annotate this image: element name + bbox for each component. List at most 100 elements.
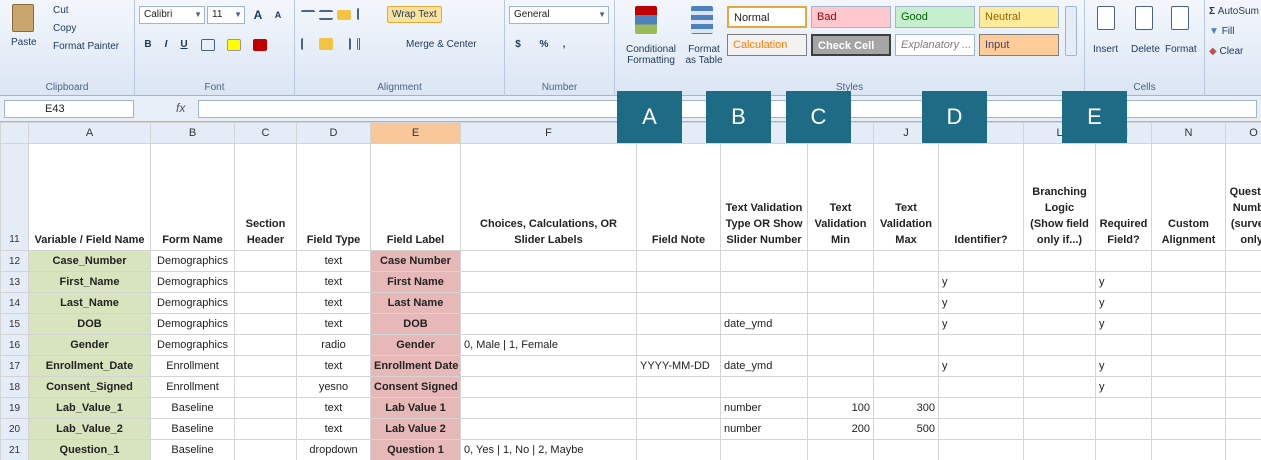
cell[interactable] <box>720 376 808 398</box>
borders-icon[interactable] <box>201 39 215 51</box>
cell[interactable]: Enrollment_Date <box>28 355 151 377</box>
underline-button[interactable]: U <box>175 36 193 54</box>
cell[interactable]: y <box>938 292 1024 314</box>
cell[interactable] <box>1225 271 1261 293</box>
cell[interactable]: Last Name <box>370 292 461 314</box>
cell[interactable]: Enrollment <box>150 355 235 377</box>
cell[interactable]: text <box>296 250 371 272</box>
row-header[interactable]: 18 <box>0 376 29 398</box>
cell[interactable]: Demographics <box>150 250 235 272</box>
cell[interactable] <box>807 355 874 377</box>
cell[interactable] <box>938 334 1024 356</box>
column-header-b[interactable]: B <box>150 122 235 144</box>
cell[interactable]: text <box>296 292 371 314</box>
conditional-formatting-button[interactable]: Conditional Formatting <box>619 44 683 66</box>
cell[interactable]: Lab_Value_1 <box>28 397 151 419</box>
cell[interactable] <box>807 292 874 314</box>
row-header[interactable]: 16 <box>0 334 29 356</box>
cell[interactable] <box>938 397 1024 419</box>
cell[interactable] <box>1095 439 1152 460</box>
cell[interactable] <box>234 397 297 419</box>
cell[interactable] <box>720 250 808 272</box>
cell[interactable] <box>636 397 721 419</box>
shrink-font-button[interactable]: A <box>269 6 287 24</box>
cell[interactable] <box>1151 313 1226 335</box>
cell[interactable] <box>873 313 939 335</box>
cell[interactable] <box>234 271 297 293</box>
cell[interactable] <box>873 292 939 314</box>
cell[interactable]: y <box>1095 271 1152 293</box>
cell[interactable] <box>234 250 297 272</box>
style-bad[interactable]: Bad <box>811 6 891 28</box>
column-header-n[interactable]: N <box>1151 122 1226 144</box>
column-title-cell[interactable]: Field Type <box>296 143 371 251</box>
cell[interactable] <box>807 271 874 293</box>
column-title-cell[interactable]: Question Number (surveys only) <box>1225 143 1261 251</box>
cell[interactable] <box>807 376 874 398</box>
column-title-cell[interactable]: Variable / Field Name <box>28 143 151 251</box>
cell[interactable] <box>873 376 939 398</box>
delete-button[interactable]: Delete <box>1131 44 1160 55</box>
cell[interactable]: Demographics <box>150 271 235 293</box>
cell[interactable] <box>807 313 874 335</box>
cell[interactable]: 300 <box>873 397 939 419</box>
row-header[interactable]: 17 <box>0 355 29 377</box>
cell[interactable]: 200 <box>807 418 874 440</box>
cell[interactable]: 0, Male | 1, Female <box>460 334 637 356</box>
cell[interactable] <box>1095 250 1152 272</box>
align-middle-icon[interactable] <box>319 10 333 20</box>
column-title-cell[interactable]: Field Note <box>636 143 721 251</box>
cell[interactable]: y <box>938 271 1024 293</box>
row-header[interactable]: 12 <box>0 250 29 272</box>
cell[interactable] <box>636 271 721 293</box>
cell[interactable]: Last_Name <box>28 292 151 314</box>
cell[interactable] <box>234 376 297 398</box>
style-input[interactable]: Input <box>979 34 1059 56</box>
cell[interactable] <box>1023 313 1096 335</box>
cell[interactable] <box>1225 376 1261 398</box>
column-header-f[interactable]: F <box>460 122 637 144</box>
cell[interactable] <box>720 271 808 293</box>
paste-button[interactable]: Paste <box>10 36 38 49</box>
cell[interactable] <box>636 418 721 440</box>
column-header-a[interactable]: A <box>28 122 151 144</box>
number-format-combo[interactable]: General ▼ <box>509 6 609 24</box>
comma-button[interactable]: , <box>555 36 573 54</box>
cell[interactable]: text <box>296 397 371 419</box>
cell[interactable] <box>636 292 721 314</box>
cell[interactable] <box>234 313 297 335</box>
cell[interactable] <box>1225 439 1261 460</box>
cell[interactable] <box>1151 250 1226 272</box>
cell[interactable]: Case_Number <box>28 250 151 272</box>
cell[interactable]: text <box>296 418 371 440</box>
cell[interactable] <box>460 397 637 419</box>
insert-button[interactable]: Insert <box>1093 44 1118 55</box>
cell[interactable]: radio <box>296 334 371 356</box>
wrap-text-button[interactable]: Wrap Text <box>387 6 442 23</box>
paste-icon[interactable] <box>12 4 34 32</box>
cell[interactable]: Demographics <box>150 313 235 335</box>
cell[interactable] <box>1151 334 1226 356</box>
cell[interactable] <box>873 334 939 356</box>
style-check-cell[interactable]: Check Cell <box>811 34 891 56</box>
font-color-icon[interactable] <box>253 39 267 51</box>
name-box[interactable]: E43 <box>4 100 134 118</box>
cell[interactable] <box>1225 397 1261 419</box>
grow-font-button[interactable]: A <box>249 6 267 24</box>
row-header[interactable]: 13 <box>0 271 29 293</box>
style-explanatory[interactable]: Explanatory ... <box>895 34 975 56</box>
column-header-o[interactable]: O <box>1225 122 1261 144</box>
cell[interactable]: YYYY-MM-DD <box>636 355 721 377</box>
cell[interactable] <box>234 439 297 460</box>
align-right-icon[interactable] <box>337 38 351 50</box>
align-bottom-icon[interactable] <box>337 10 351 20</box>
cell[interactable] <box>720 439 808 460</box>
cell[interactable] <box>1023 397 1096 419</box>
format-painter-button[interactable]: Format Painter <box>52 40 120 53</box>
cell[interactable] <box>938 439 1024 460</box>
cell[interactable] <box>1225 292 1261 314</box>
cell[interactable] <box>460 418 637 440</box>
cell[interactable] <box>807 250 874 272</box>
cell[interactable] <box>873 250 939 272</box>
cell[interactable]: number <box>720 418 808 440</box>
